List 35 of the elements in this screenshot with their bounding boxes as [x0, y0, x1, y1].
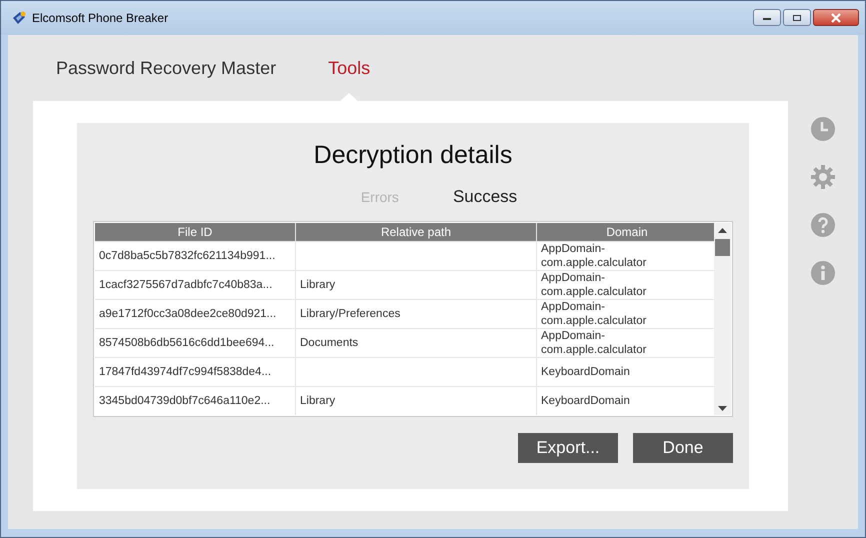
minimize-button[interactable]: [753, 9, 781, 26]
table-cell: AppDomain-com.apple.calculator: [537, 300, 714, 328]
table-cell: Library: [296, 387, 536, 415]
table-cell: 0c7d8ba5c5b7832fc621134b991...: [95, 242, 295, 270]
help-icon[interactable]: [811, 213, 836, 237]
info-icon[interactable]: [811, 261, 836, 285]
nav-tab[interactable]: Password Recovery Master: [56, 54, 276, 82]
column-header[interactable]: File ID: [95, 223, 295, 241]
window-title: Elcomsoft Phone Breaker: [32, 11, 170, 25]
table-cell: Library: [296, 271, 536, 299]
close-icon: [830, 12, 842, 22]
app-logo-icon: [11, 10, 27, 26]
column-header[interactable]: Relative path: [296, 223, 536, 241]
table-cell: Library/Preferences: [296, 300, 536, 328]
table-cell: KeyboardDomain: [537, 387, 714, 415]
dialog-button[interactable]: Export...: [518, 433, 618, 463]
maximize-icon: [792, 14, 802, 22]
maximize-button[interactable]: [783, 9, 811, 26]
dialog-title: Decryption details: [314, 141, 512, 171]
dialog-button[interactable]: Done: [633, 433, 733, 463]
table-cell: 3345bd04739d0bf7c646a110e2...: [95, 387, 295, 415]
table-cell: 17847fd43974df7c994f5838de4...: [95, 358, 295, 386]
scrollbar[interactable]: [714, 223, 731, 415]
table-cell: 1cacf3275567d7adbfc7c40b83a...: [95, 271, 295, 299]
column-header[interactable]: Domain: [537, 223, 714, 241]
close-button[interactable]: [813, 9, 859, 26]
result-tab[interactable]: Success: [452, 187, 518, 207]
table-cell: AppDomain-com.apple.calculator: [537, 271, 714, 299]
table-cell: Documents: [296, 329, 536, 357]
table-cell: 8574508b6db5616c6dd1bee694...: [95, 329, 295, 357]
table-cell: a9e1712f0cc3a08dee2ce80d921...: [95, 300, 295, 328]
clock-icon[interactable]: [811, 117, 836, 141]
table-cell: AppDomain-com.apple.calculator: [537, 242, 714, 270]
table-cell: AppDomain-com.apple.calculator: [537, 329, 714, 357]
table-cell: KeyboardDomain: [537, 358, 714, 386]
